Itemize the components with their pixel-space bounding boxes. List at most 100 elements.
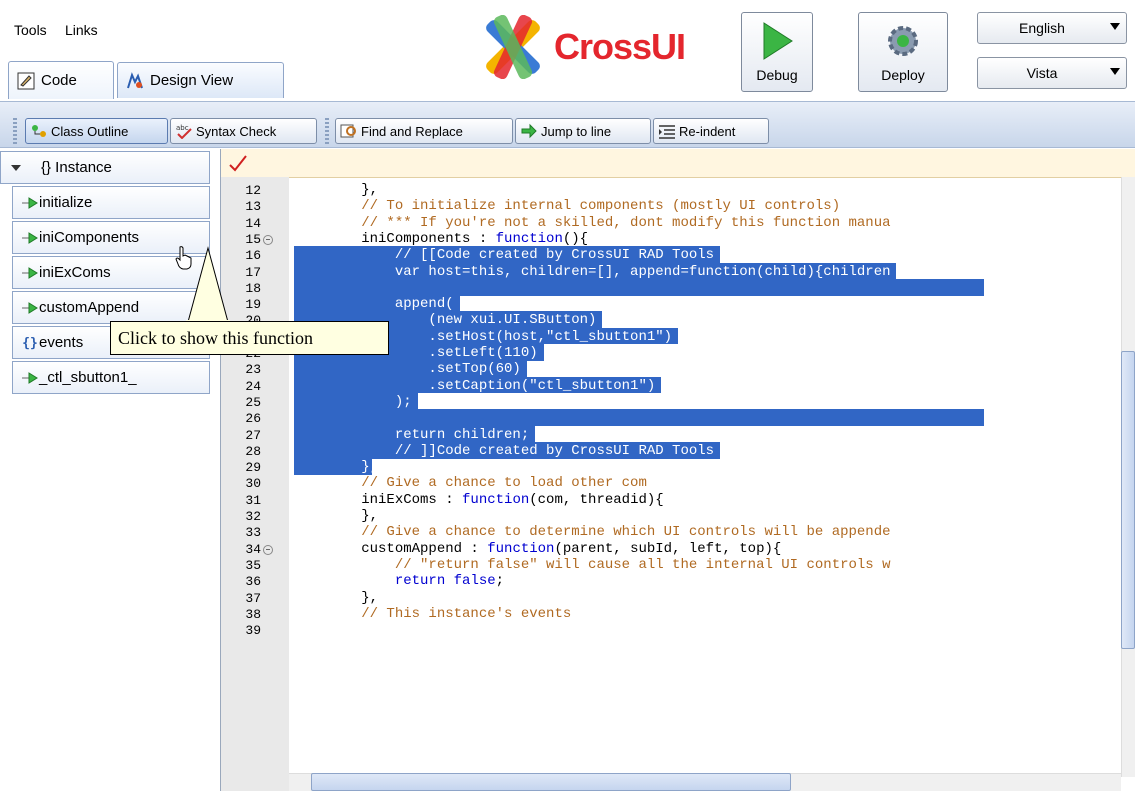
find-replace-icon	[340, 122, 358, 140]
spellcheck-icon: abc	[175, 122, 193, 140]
line-number: 27	[245, 427, 261, 443]
hand-cursor-icon	[175, 246, 192, 270]
line-number: 28	[245, 443, 261, 459]
class-outline-label: Class Outline	[51, 123, 129, 139]
jump-to-line-label: Jump to line	[541, 123, 612, 139]
code-line[interactable]: // This instance's events	[294, 606, 571, 622]
line-number: 23	[245, 362, 261, 378]
find-replace-button[interactable]: Find and Replace	[335, 118, 513, 144]
design-icon	[126, 71, 144, 90]
tab-code[interactable]: Code	[8, 61, 114, 99]
menu-links[interactable]: Links	[65, 22, 98, 38]
line-number: 32	[245, 509, 261, 524]
indent-icon	[658, 122, 676, 140]
line-number: 35	[245, 557, 261, 573]
code-line[interactable]: );	[294, 394, 412, 410]
syntax-ok-check-icon	[229, 155, 247, 172]
line-number: 39	[245, 623, 261, 639]
syntax-check-button[interactable]: abc Syntax Check	[170, 118, 317, 144]
outline-item-label: customAppend	[39, 299, 140, 316]
tab-code-label: Code	[41, 72, 77, 89]
outline-icon	[30, 122, 48, 140]
method-icon	[21, 229, 39, 247]
menu-tools[interactable]: Tools	[14, 22, 47, 38]
vertical-scroll-thumb[interactable]	[1121, 351, 1135, 649]
outline-item-label: initialize	[39, 194, 93, 211]
code-line[interactable]: return false;	[294, 573, 504, 589]
code-line[interactable]: },	[294, 182, 378, 198]
jump-to-line-button[interactable]: Jump to line	[515, 118, 651, 144]
outline-item-initialize[interactable]: initialize	[12, 186, 210, 219]
debug-button[interactable]: Debug	[741, 12, 813, 92]
play-icon	[763, 22, 793, 60]
fold-toggle-icon[interactable]	[263, 544, 273, 555]
code-line[interactable]: // [[Code created by CrossUI RAD Tools	[294, 247, 714, 263]
code-line[interactable]: return children;	[294, 427, 529, 443]
line-number: 29	[245, 460, 261, 476]
line-number: 38	[245, 606, 261, 622]
code-line[interactable]: // Give a chance to load other com	[294, 475, 647, 491]
code-line[interactable]: iniComponents : function(){	[294, 231, 588, 247]
code-line[interactable]: iniExComs : function(com, threadid){	[294, 492, 663, 508]
fold-toggle-icon[interactable]	[263, 234, 273, 245]
language-select[interactable]: English	[977, 12, 1127, 44]
reindent-label: Re-indent	[679, 123, 736, 139]
outline-root-label: {} Instance	[41, 159, 112, 176]
code-icon	[17, 72, 35, 90]
outline-item-ctl-sbutton1[interactable]: _ctl_sbutton1_	[12, 361, 210, 394]
line-number: 24	[245, 378, 261, 394]
code-line[interactable]: },	[294, 590, 378, 606]
chevron-down-icon	[1110, 68, 1120, 75]
method-icon	[21, 264, 39, 282]
code-line[interactable]: },	[294, 508, 378, 524]
code-line[interactable]: // ]]Code created by CrossUI RAD Tools	[294, 443, 714, 459]
class-outline-button[interactable]: Class Outline	[25, 118, 168, 144]
toolbar-grip[interactable]	[325, 118, 329, 144]
code-line[interactable]: // "return false" will cause all the int…	[294, 557, 891, 573]
code-line[interactable]: // *** If you're not a skilled, dont mod…	[294, 215, 890, 231]
line-number: 13	[245, 199, 261, 215]
chevron-down-icon	[1110, 23, 1120, 30]
line-number: 12	[245, 183, 261, 198]
outline-item-label: iniComponents	[39, 229, 140, 246]
horizontal-scroll-thumb[interactable]	[311, 773, 791, 791]
code-line[interactable]: .setCaption("ctl_sbutton1")	[294, 378, 655, 394]
line-number: 26	[245, 411, 261, 427]
outline-item-label: iniExComs	[39, 264, 111, 281]
language-value: English	[1019, 20, 1065, 36]
method-icon	[21, 299, 39, 317]
outline-item-label: events	[39, 334, 84, 351]
toolbar-grip[interactable]	[13, 118, 17, 144]
tooltip: Click to show this function	[110, 321, 389, 355]
jump-arrow-icon	[520, 122, 538, 140]
code-line[interactable]: // Give a chance to determine which UI c…	[294, 524, 890, 540]
deploy-gear-icon	[888, 26, 918, 56]
code-line[interactable]: // To initialize internal components (mo…	[294, 198, 840, 214]
tooltip-text: Click to show this function	[118, 327, 313, 348]
code-line[interactable]: var host=this, children=[], append=funct…	[294, 264, 891, 280]
method-icon	[21, 369, 39, 387]
theme-select[interactable]: Vista	[977, 57, 1127, 89]
reindent-button[interactable]: Re-indent	[653, 118, 769, 144]
deploy-label: Deploy	[881, 67, 925, 83]
code-line[interactable]: },	[294, 459, 378, 475]
theme-value: Vista	[1026, 65, 1058, 81]
line-number: 14	[245, 215, 261, 231]
logo-icon	[486, 15, 540, 79]
code-line[interactable]: append(	[294, 296, 454, 312]
line-number: 37	[245, 590, 261, 606]
line-number: 30	[245, 476, 261, 492]
line-number: 25	[245, 394, 261, 410]
deploy-button[interactable]: Deploy	[858, 12, 948, 92]
tab-design-view[interactable]: Design View	[117, 62, 284, 98]
code-editor[interactable]: 1213141516171819202122232425262728293031…	[221, 149, 1135, 791]
header: Tools Links Code Design View CrossUI Deb…	[0, 0, 1135, 100]
code-line[interactable]: .setTop(60)	[294, 361, 520, 377]
object-braces-icon: {}	[22, 335, 38, 351]
code-line[interactable]: customAppend : function(parent, subId, l…	[294, 541, 781, 557]
tab-design-label: Design View	[150, 72, 234, 89]
collapse-triangle-icon[interactable]	[7, 159, 25, 177]
outline-root-instance[interactable]: {} Instance	[0, 151, 210, 184]
method-icon	[21, 194, 39, 212]
svg-text:abc: abc	[176, 124, 189, 132]
